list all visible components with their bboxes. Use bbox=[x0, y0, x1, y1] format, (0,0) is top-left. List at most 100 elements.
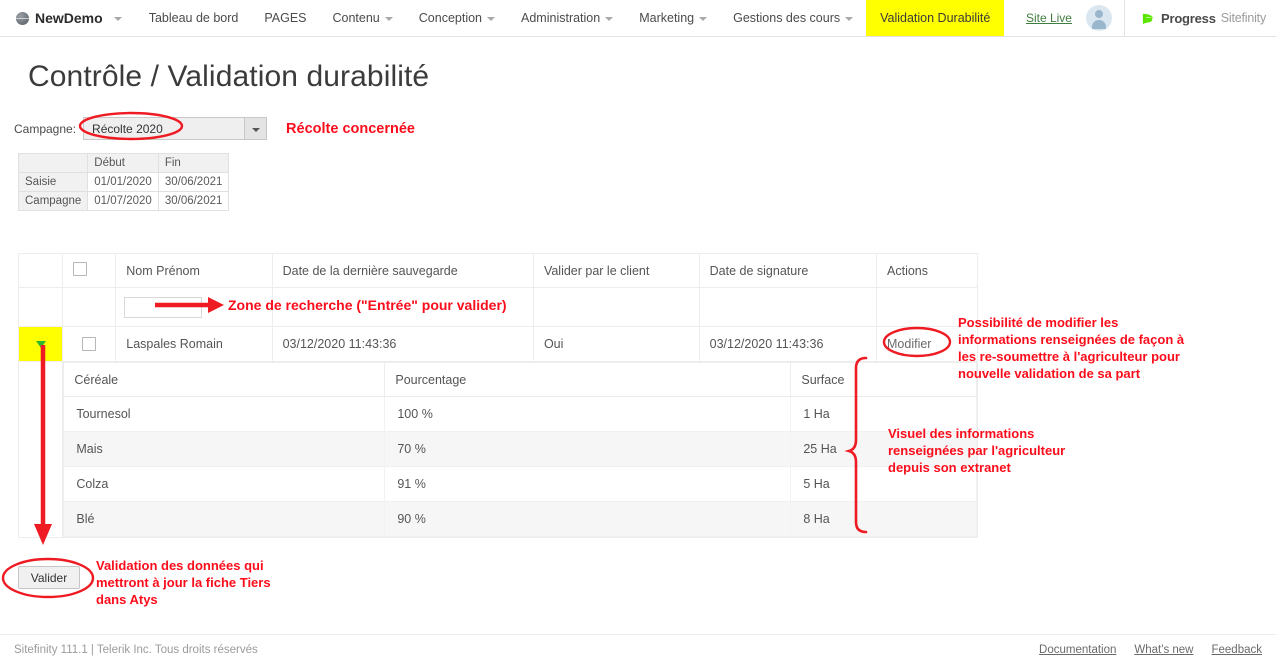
campaign-annotation: Récolte concernée bbox=[286, 121, 415, 137]
triangle-down-icon bbox=[36, 341, 46, 348]
search-row-valid-cell bbox=[533, 288, 699, 327]
subgrid-cereale: Blé bbox=[64, 502, 385, 537]
chevron-down-icon bbox=[114, 17, 122, 21]
table-row: Saisie 01/01/2020 30/06/2021 bbox=[19, 173, 229, 192]
dates-row-fin: 30/06/2021 bbox=[158, 173, 229, 192]
campaign-select-value: Récolte 2020 bbox=[84, 118, 244, 139]
nav-label: Contenu bbox=[333, 11, 380, 25]
subgrid-header-surface: Surface bbox=[791, 363, 977, 397]
dates-row-label: Saisie bbox=[19, 173, 88, 192]
search-row-sign-cell bbox=[699, 288, 876, 327]
subgrid-cereale: Tournesol bbox=[64, 397, 385, 432]
progress-sitefinity-logo: Progress Sitefinity bbox=[1124, 0, 1276, 36]
cereales-subgrid: Céréale Pourcentage Surface Tournesol 10… bbox=[63, 362, 977, 537]
subgrid-pourcentage: 70 % bbox=[385, 432, 791, 467]
subgrid-header-row: Céréale Pourcentage Surface bbox=[64, 363, 977, 397]
row-sign-date-cell: 03/12/2020 11:43:36 bbox=[699, 327, 876, 362]
chevron-down-icon bbox=[845, 17, 853, 21]
row-checkbox-wrap bbox=[63, 327, 115, 361]
subgrid-pourcentage: 91 % bbox=[385, 467, 791, 502]
detail-row-spacer bbox=[19, 362, 63, 538]
subgrid-body: Tournesol 100 % 1 Ha Mais 70 % 25 Ha Col… bbox=[64, 397, 977, 537]
row-checkbox[interactable] bbox=[82, 337, 96, 351]
dates-table-header-row: Début Fin bbox=[19, 154, 229, 173]
annotation-valider: Validation des données qui mettront à jo… bbox=[96, 557, 296, 608]
row-save-date: 03/12/2020 11:43:36 bbox=[273, 327, 533, 361]
row-client-valid-cell: Oui bbox=[533, 327, 699, 362]
nav-item-pages[interactable]: PAGES bbox=[251, 0, 319, 36]
subgrid-cereale: Colza bbox=[64, 467, 385, 502]
grid-head: Nom Prénom Date de la dernière sauvegard… bbox=[19, 254, 978, 288]
dates-row-debut: 01/01/2020 bbox=[88, 173, 159, 192]
footer-link-feedback[interactable]: Feedback bbox=[1211, 644, 1262, 656]
site-live-link[interactable]: Site Live bbox=[1026, 11, 1072, 25]
annotation-visuel: Visuel des informations renseignées par … bbox=[888, 425, 1088, 476]
brand-sitefinity-label: Sitefinity bbox=[1221, 11, 1266, 25]
annotation-modifier: Possibilité de modifier les informations… bbox=[958, 314, 1198, 382]
chevron-down-icon bbox=[487, 17, 495, 21]
avatar[interactable] bbox=[1086, 5, 1112, 31]
campaign-dates-table: Début Fin Saisie 01/01/2020 30/06/2021 C… bbox=[18, 153, 229, 211]
chevron-down-icon bbox=[385, 17, 393, 21]
nav-item-validation-durabilite[interactable]: Validation Durabilité bbox=[866, 0, 1004, 36]
dates-row-label: Campagne bbox=[19, 192, 88, 211]
grid-header-date-signature[interactable]: Date de signature bbox=[699, 254, 876, 288]
grid-header-nom-prenom[interactable]: Nom Prénom bbox=[116, 254, 272, 288]
valider-button[interactable]: Valider bbox=[18, 566, 80, 589]
table-row: Laspales Romain 03/12/2020 11:43:36 Oui … bbox=[19, 327, 978, 362]
footer-link-documentation[interactable]: Documentation bbox=[1039, 644, 1116, 656]
nav-item-marketing[interactable]: Marketing bbox=[626, 0, 720, 36]
nav-item-gestions-des-cours[interactable]: Gestions des cours bbox=[720, 0, 866, 36]
nav-item-administration[interactable]: Administration bbox=[508, 0, 626, 36]
footer-links: Documentation What's new Feedback bbox=[1039, 644, 1262, 656]
campaign-select[interactable]: Récolte 2020 bbox=[83, 117, 267, 140]
search-input[interactable] bbox=[124, 297, 202, 318]
footer-link-whats-new[interactable]: What's new bbox=[1134, 644, 1193, 656]
dates-table-body: Saisie 01/01/2020 30/06/2021 Campagne 01… bbox=[19, 173, 229, 211]
select-all-checkbox[interactable] bbox=[73, 262, 87, 276]
campaign-selector-row: Campagne: Récolte 2020 Récolte concernée bbox=[14, 117, 415, 140]
subgrid-header-pourcentage: Pourcentage bbox=[385, 363, 791, 397]
grid-body: Laspales Romain 03/12/2020 11:43:36 Oui … bbox=[19, 288, 978, 538]
nav-left-group: NewDemo Tableau de bord PAGES Contenu Co… bbox=[0, 0, 1004, 36]
progress-logo-icon bbox=[1141, 11, 1156, 26]
modifier-button[interactable]: Modifier bbox=[887, 337, 931, 351]
grid-header-valider-client[interactable]: Valider par le client bbox=[533, 254, 699, 288]
nav-label: PAGES bbox=[264, 11, 306, 25]
subgrid-cereale: Mais bbox=[64, 432, 385, 467]
grid-header-date-sauvegarde[interactable]: Date de la dernière sauvegarde bbox=[272, 254, 533, 288]
row-nom-prenom-cell: Laspales Romain bbox=[116, 327, 272, 362]
nav-item-contenu[interactable]: Contenu bbox=[320, 0, 406, 36]
row-expand-toggle[interactable] bbox=[19, 327, 63, 362]
nav-label: Gestions des cours bbox=[733, 11, 840, 25]
chevron-down-icon bbox=[699, 17, 707, 21]
campaign-select-dropdown-button[interactable] bbox=[244, 118, 266, 139]
row-select-cell[interactable] bbox=[63, 327, 116, 362]
row-client-valid: Oui bbox=[534, 327, 699, 361]
validation-grid: Nom Prénom Date de la dernière sauvegard… bbox=[18, 253, 978, 538]
nav-item-conception[interactable]: Conception bbox=[406, 0, 508, 36]
row-nom-prenom: Laspales Romain bbox=[116, 327, 271, 361]
subgrid-head: Céréale Pourcentage Surface bbox=[64, 363, 977, 397]
site-name-label: NewDemo bbox=[35, 10, 103, 26]
nav-label: Administration bbox=[521, 11, 600, 25]
table-row: Campagne 01/07/2020 30/06/2021 bbox=[19, 192, 229, 211]
page-title: Contrôle / Validation durabilité bbox=[28, 60, 429, 94]
detail-row-content: Céréale Pourcentage Surface Tournesol 10… bbox=[63, 362, 978, 538]
brand-progress-label: Progress bbox=[1161, 11, 1216, 26]
list-item: Colza 91 % 5 Ha bbox=[64, 467, 977, 502]
chevron-down-icon bbox=[252, 128, 260, 132]
site-selector[interactable]: NewDemo bbox=[0, 0, 136, 36]
list-item: Blé 90 % 8 Ha bbox=[64, 502, 977, 537]
dates-header-fin: Fin bbox=[158, 154, 229, 173]
nav-item-tableau-de-bord[interactable]: Tableau de bord bbox=[136, 0, 252, 36]
search-row-check-cell bbox=[63, 288, 116, 327]
grid-header-row: Nom Prénom Date de la dernière sauvegard… bbox=[19, 254, 978, 288]
dates-header-corner bbox=[19, 154, 88, 173]
globe-icon bbox=[16, 12, 29, 25]
dates-table-head: Début Fin bbox=[19, 154, 229, 173]
nav-label: Marketing bbox=[639, 11, 694, 25]
grid-header-select-all[interactable] bbox=[63, 254, 116, 288]
nav-label: Tableau de bord bbox=[149, 11, 239, 25]
nav-label: Conception bbox=[419, 11, 482, 25]
